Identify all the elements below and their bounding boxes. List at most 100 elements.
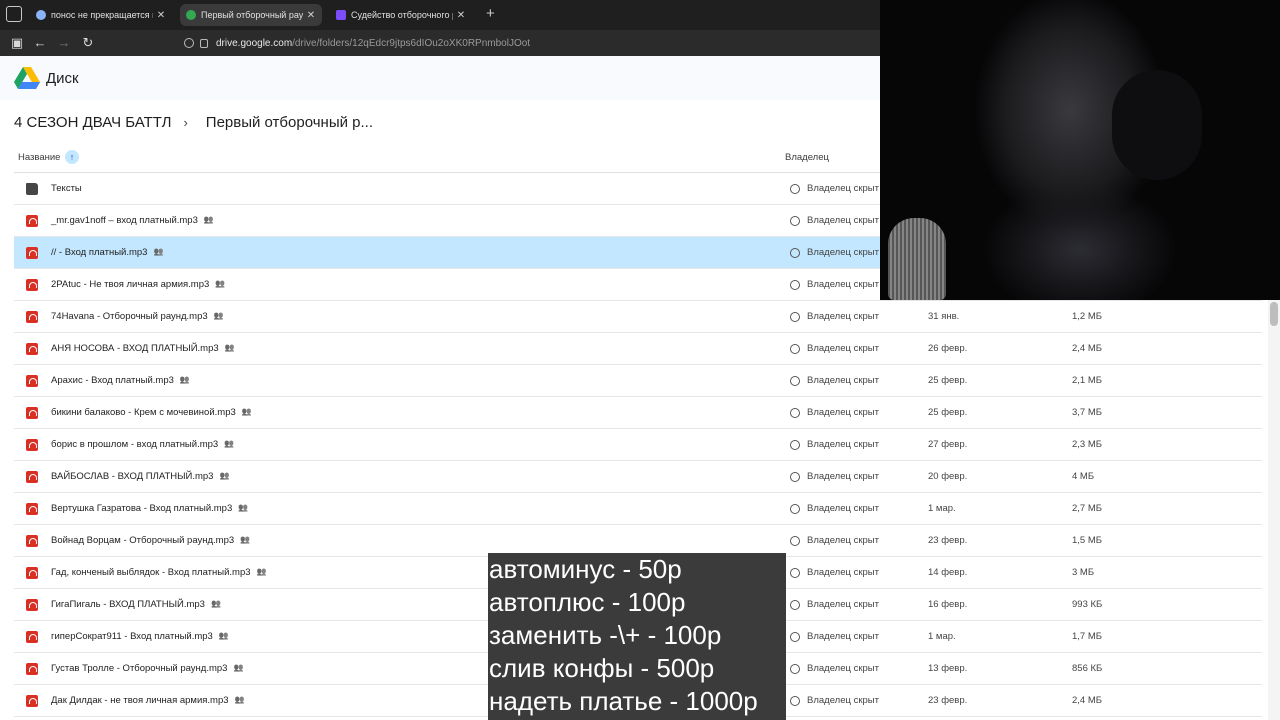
shared-people-icon: 👥 [233,663,244,672]
shared-people-icon: 👥 [241,407,252,416]
file-row[interactable]: бикини балаково - Крем с мочевиной.mp3 👥 В… [14,397,1262,429]
audio-file-icon [26,247,38,259]
owner-text: Владелец скрыт [807,375,879,386]
price-line: заменить -\+ - 100р [489,620,722,650]
price-list-overlay: автоминус - 50р автоплюс - 100р заменить… [488,553,786,720]
file-name: ГигаПигаль - ВХОД ПЛАТНЫЙ.mp3 [51,599,205,610]
owner-hidden-icon [790,376,800,386]
forward-arrow-icon[interactable]: → [56,35,72,51]
audio-file-icon [26,503,38,515]
scrollbar-thumb[interactable] [1270,302,1278,326]
tab-close-icon[interactable]: ✕ [156,10,166,21]
owner-text: Владелец скрыт [807,279,879,290]
webcam-overlay [880,0,1280,300]
file-name: Тексты [51,183,82,194]
tab-close-icon[interactable]: ✕ [306,10,316,21]
file-row[interactable]: АНЯ НОСОВА - ВХОД ПЛАТНЫЙ.mp3 👥 Владелец с… [14,333,1262,365]
file-row[interactable]: борис в прошлом - вход платный.mp3 👥 Владе… [14,429,1262,461]
column-header-owner[interactable]: Владелец [785,152,829,163]
address-bar[interactable]: drive.google.com/drive/folders/12qEdcr9j… [176,33,878,53]
shared-people-icon: 👥 [218,631,229,640]
owner-hidden-icon [790,600,800,610]
file-name-cell: борис в прошлом - вход платный.mp3 👥 [51,439,234,450]
audio-file-icon [26,567,38,579]
drive-header: Диск [0,56,880,100]
owner-text: Владелец скрыт [807,311,879,322]
owner-hidden-icon [790,184,800,194]
owner-hidden-icon [790,216,800,226]
modified-date: 25 февр. [928,375,968,386]
file-size: 3 МБ [1072,567,1095,578]
shared-people-icon: 👥 [224,439,235,448]
app-name[interactable]: Диск [46,70,79,87]
owner-text: Владелец скрыт [807,247,879,258]
file-name-cell: Вертушка Газратова - Вход платный.mp3 👥 [51,503,248,514]
file-size: 4 МБ [1072,471,1095,482]
lock-icon [200,38,208,48]
file-name-cell: 2PAtuc - Не твоя личная армия.mp3 👥 [51,279,225,290]
shared-people-icon: 👥 [240,535,251,544]
file-name: бикини балаково - Крем с мочевиной.mp3 [51,407,236,418]
file-name-cell: АНЯ НОСОВА - ВХОД ПЛАТНЫЙ.mp3 👥 [51,343,235,354]
tab-close-icon[interactable]: ✕ [456,10,466,21]
owner-hidden-icon [790,504,800,514]
breadcrumb-root[interactable]: 4 СЕЗОН ДВАЧ БАТТЛ [14,114,171,131]
scrollbar[interactable] [1268,300,1280,720]
url-host: drive.google.com [216,37,293,49]
sidebar-toggle-icon[interactable]: ▣ [9,35,25,51]
audio-file-icon [26,439,38,451]
file-name-cell: ГигаПигаль - ВХОД ПЛАТНЫЙ.mp3 👥 [51,599,221,610]
site-info-icon[interactable] [184,38,194,48]
modified-date: 1 мар. [928,631,956,642]
owner-hidden-icon [790,536,800,546]
file-row[interactable]: Вертушка Газратова - Вход платный.mp3 👥 Вл… [14,493,1262,525]
audio-file-icon [26,375,38,387]
owner-text: Владелец скрыт [807,439,879,450]
modified-date: 31 янв. [928,311,960,322]
owner-text: Владелец скрыт [807,407,879,418]
file-name-cell: Арахис - Вход платный.mp3 👥 [51,375,190,386]
file-name: гиперСократ911 - Вход платный.mp3 [51,631,213,642]
shared-people-icon: 👥 [234,695,245,704]
sort-ascending-icon[interactable]: ↑ [65,150,79,164]
tab-actions-icon[interactable] [6,6,22,22]
file-name: 74Havana - Отборочный раунд.mp3 [51,311,208,322]
file-name: АНЯ НОСОВА - ВХОД ПЛАТНЫЙ.mp3 [51,343,219,354]
browser-tab-3[interactable]: Судейство отборочного раунда ✕ [330,4,472,26]
file-name-cell: Дак Дилдак - не твоя личная армия.mp3 👥 [51,695,245,706]
microphone-shape [888,218,946,300]
file-name: борис в прошлом - вход платный.mp3 [51,439,219,450]
owner-text: Владелец скрыт [807,503,879,514]
modified-date: 16 февр. [928,599,968,610]
google-drive-logo-icon[interactable] [14,67,40,89]
file-size: 2,7 МБ [1072,503,1102,514]
reload-icon[interactable]: ↻ [80,35,96,51]
modified-date: 27 февр. [928,439,968,450]
file-size: 2,3 МБ [1072,439,1102,450]
owner-hidden-icon [790,248,800,258]
browser-tab-2[interactable]: Первый отборочный раунд – Google Диск ✕ [180,4,322,26]
audio-file-icon [26,343,38,355]
owner-text: Владелец скрыт [807,567,879,578]
back-arrow-icon[interactable]: ← [32,35,48,51]
file-name-cell: гиперСократ911 - Вход платный.mp3 👥 [51,631,229,642]
file-name: Войнад Ворцам - Отборочный раунд.mp3 [51,535,235,546]
file-name: 2PAtuc - Не твоя личная армия.mp3 [51,279,210,290]
breadcrumb-current[interactable]: Первый отборочный р... [206,114,373,131]
owner-hidden-icon [790,568,800,578]
shared-people-icon: 👥 [256,567,267,576]
modified-date: 20 февр. [928,471,968,482]
owner-text: Владелец скрыт [807,599,879,610]
file-size: 3,7 МБ [1072,407,1102,418]
file-row[interactable]: Арахис - Вход платный.mp3 👥 Владелец скрыт… [14,365,1262,397]
file-row[interactable]: ВАЙБОСЛАВ - ВХОД ПЛАТНЫЙ.mp3 👥 Владелец ск… [14,461,1262,493]
shared-people-icon: 👥 [210,599,221,608]
file-row[interactable]: 74Havana - Отборочный раунд.mp3 👥 Владелец… [14,301,1262,333]
shared-people-icon: 👥 [219,471,230,480]
column-header-name[interactable]: Название [18,152,60,163]
owner-hidden-icon [790,472,800,482]
browser-tab-1[interactable]: понос не прекращается неделю ✕ [30,4,172,26]
owner-hidden-icon [790,632,800,642]
new-tab-button[interactable]: + [486,6,495,22]
file-size: 856 КБ [1072,663,1103,674]
